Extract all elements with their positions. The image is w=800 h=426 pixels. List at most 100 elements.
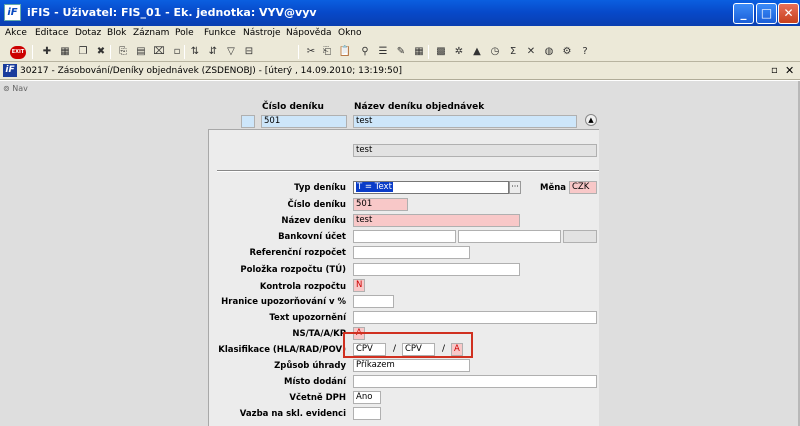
menu-nastroje[interactable]: Nástroje [243,28,281,38]
navigation-column: ⊚ Nav [0,81,37,426]
toolbar-separator [32,45,33,59]
referencni-field[interactable] [353,246,470,259]
vcetne-field[interactable]: Ano [353,391,381,404]
divider [217,170,599,172]
query-icon[interactable]: ⎘ [116,45,130,59]
typ-field[interactable]: T = Text [353,181,509,194]
cislo-field[interactable]: 501 [353,198,408,211]
menu-akce[interactable]: Akce [5,28,27,38]
cut-icon[interactable]: ✂ [304,45,318,59]
nazev-field[interactable]: test [353,214,520,227]
settings-icon[interactable]: ⚙ [560,45,574,59]
nav-button[interactable]: ⊚ Nav [3,84,33,96]
highlight-box [343,332,473,358]
polozka-label: Položka rozpočtu (TÚ) [240,265,346,275]
clock-icon[interactable]: ◷ [488,45,502,59]
column-header-name: Název deníku objednávek [354,102,485,112]
klasifikace-label: Klasifikace (HLA/RAD/POV) [218,345,346,355]
column-header-number: Číslo deníku [262,102,324,112]
bankovni-field-2[interactable] [458,230,561,243]
clear-filter-icon[interactable]: ⊟ [242,45,256,59]
journal-name-field[interactable]: test [353,115,577,128]
nazev-label: Název deníku [281,216,346,226]
find-icon[interactable]: ⚲ [358,45,372,59]
save-icon[interactable]: ▦ [58,45,72,59]
grid-icon[interactable]: ▩ [434,45,448,59]
detail-name-field[interactable]: test [353,144,597,157]
excel-icon[interactable]: ✕ [524,45,538,59]
cancel-query-icon[interactable]: ⌧ [152,45,166,59]
toolbar: EXIT ✚ ▦ ❐ ✖ ⎘ ▤ ⌧ ▫ ⇅ ⇵ ▽ ⊟ ✂ ⎗ 📋 ⚲ ☰ ✎… [0,42,800,62]
count-icon[interactable]: ▫ [170,45,184,59]
kontrola-field[interactable]: N [353,279,365,292]
form-close-icon[interactable]: ✕ [785,64,794,77]
text-upozorneni-label: Text upozornění [269,313,346,323]
menu-funkce[interactable]: Funkce [204,28,236,38]
toolbar-separator [298,45,299,59]
kontrola-label: Kontrola rozpočtu [259,282,346,292]
zpusob-field[interactable]: Příkazem [353,359,470,372]
mena-field[interactable]: CZK [569,181,597,194]
paste-icon[interactable]: 📋 [338,45,352,59]
form-content: ⊚ Nav Číslo deníku Název deníku objednáv… [0,81,800,426]
nav-label: Nav [12,84,28,93]
tools-icon[interactable]: ✲ [452,45,466,59]
misto-label: Místo dodání [283,377,346,387]
record-selector[interactable] [241,115,255,128]
menu-napoveda[interactable]: Nápověda [286,28,332,38]
copy-icon[interactable]: ⎗ [320,45,334,59]
toolbar-separator [428,45,429,59]
form-title: 30217 - Zásobování/Deníky objednávek (ZS… [20,66,403,76]
menu-editace[interactable]: Editace [35,28,68,38]
cislo-label: Číslo deníku [287,200,346,210]
duplicate-icon[interactable]: ❐ [76,45,90,59]
restore-icon[interactable]: ▫ [771,65,778,76]
menu-blok[interactable]: Blok [107,28,126,38]
sort-desc-icon[interactable]: ⇵ [206,45,220,59]
toolbar-separator [110,45,111,59]
menu-okno[interactable]: Okno [338,28,362,38]
menu-dotaz[interactable]: Dotaz [75,28,101,38]
nav-icon: ⊚ [3,84,10,93]
bankovni-field-1[interactable] [353,230,456,243]
new-record-icon[interactable]: ✚ [40,45,54,59]
filter-icon[interactable]: ▽ [224,45,238,59]
list-icon[interactable]: ☰ [376,45,390,59]
misto-field[interactable] [353,375,597,388]
calendar-icon[interactable]: ▦ [412,45,426,59]
typ-value: T = Text [356,182,393,192]
bankovni-label: Bankovní účet [278,232,346,242]
vcetne-label: Včetně DPH [289,393,346,403]
close-button[interactable]: ✕ [778,3,799,24]
web-icon[interactable]: ◍ [542,45,556,59]
sort-asc-icon[interactable]: ⇅ [188,45,202,59]
form-icon: iF [3,64,17,77]
menu-zaznam[interactable]: Záznam [133,28,169,38]
typ-lov-button[interactable]: ··· [509,181,521,194]
bankovni-field-3[interactable] [563,230,597,243]
sum-icon[interactable]: Σ [506,45,520,59]
vazba-field[interactable] [353,407,381,420]
journal-number-field[interactable]: 501 [261,115,347,128]
window-titlebar: iF iFIS - Uživatel: FIS_01 - Ek. jednotk… [0,0,800,26]
edit-icon[interactable]: ✎ [394,45,408,59]
typ-label: Typ deníku [294,183,346,193]
zpusob-label: Způsob úhrady [274,361,346,371]
hranice-label: Hranice upozorňování v % [221,297,346,307]
minimize-button[interactable]: _ [733,3,754,24]
hranice-field[interactable] [353,295,394,308]
exit-button[interactable]: EXIT [10,46,26,59]
text-upozorneni-field[interactable] [353,311,597,324]
app-icon: iF [4,4,21,21]
referencni-label: Referenční rozpočet [249,248,346,258]
chart-icon[interactable]: ▲ [470,45,484,59]
mena-label: Měna [540,183,567,193]
maximize-button[interactable]: □ [756,3,777,24]
help-icon[interactable]: ? [578,45,592,59]
scroll-up-icon[interactable]: ▲ [585,114,597,126]
toolbar-separator [184,45,185,59]
menu-pole[interactable]: Pole [175,28,194,38]
execute-query-icon[interactable]: ▤ [134,45,148,59]
delete-icon[interactable]: ✖ [94,45,108,59]
polozka-field[interactable] [353,263,520,276]
